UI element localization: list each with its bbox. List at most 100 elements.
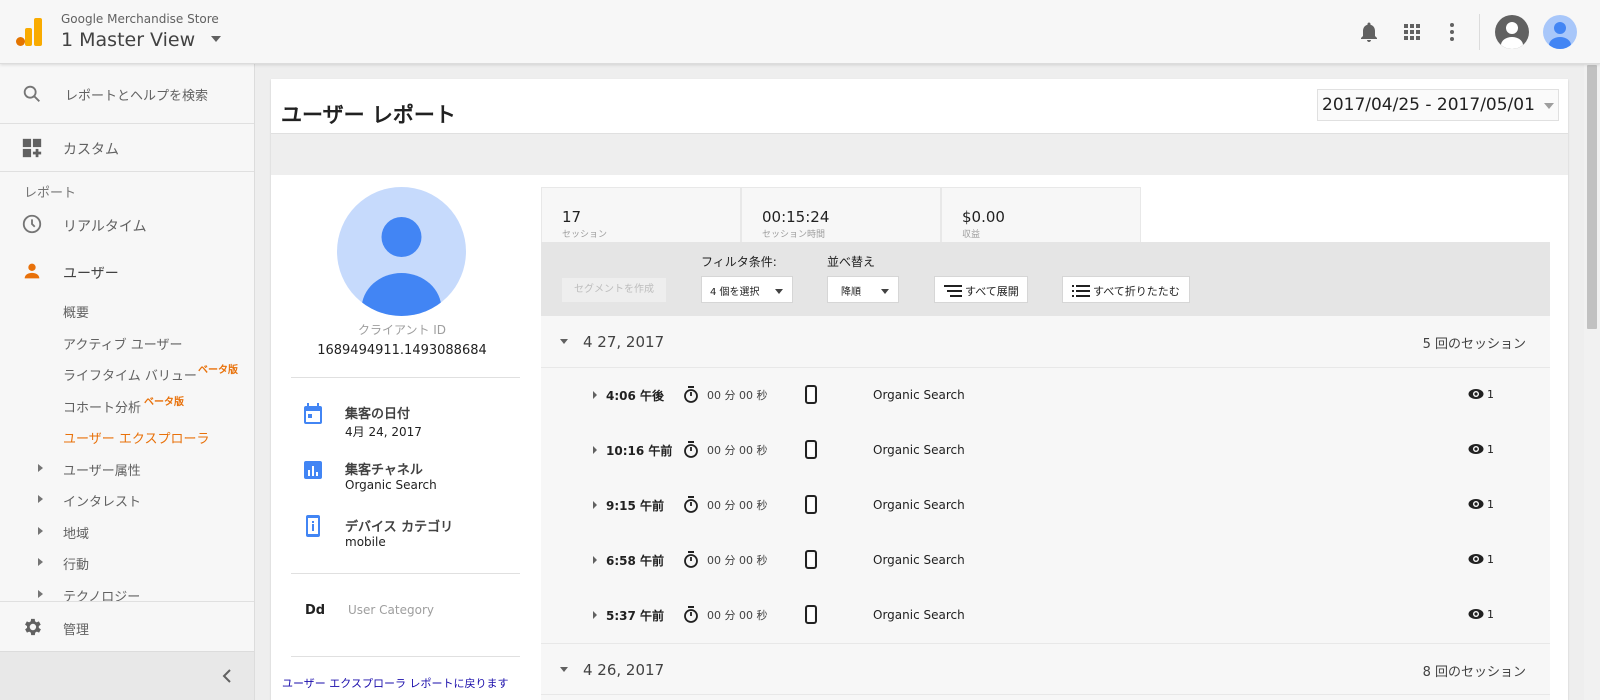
metric-value: 17 <box>562 208 582 226</box>
calendar-icon <box>304 403 322 424</box>
search-icon <box>23 85 40 102</box>
mobile-phone-icon <box>805 385 817 404</box>
eye-icon <box>1468 389 1484 399</box>
nav-sub-user-explorer[interactable]: ユーザー エクスプローラ <box>63 428 209 447</box>
metric-sessions: 17 セッション <box>541 187 741 243</box>
nav-realtime[interactable]: リアルタイム <box>63 216 147 236</box>
day-session-count: 8 回のセッション <box>1422 665 1526 680</box>
timer-icon <box>684 551 698 568</box>
metric-label: 収益 <box>962 230 981 240</box>
page-title: ユーザー レポート <box>281 103 456 127</box>
user-category: User Category <box>348 603 434 617</box>
session-time: 5:37 午前 <box>606 609 665 623</box>
expand-arrow-icon <box>593 611 597 619</box>
sort-label: 並べ替え <box>827 255 876 269</box>
nav-sub-overview[interactable]: 概要 <box>63 302 89 321</box>
create-segment-button[interactable]: セグメントを作成 <box>562 278 666 302</box>
section-label-reports: レポート <box>24 186 77 201</box>
eye-icon <box>1468 499 1484 509</box>
nav-search[interactable]: レポートとヘルプを検索 <box>0 64 254 124</box>
nav-group-geo[interactable]: 地域 <box>63 523 89 542</box>
date-range-picker[interactable]: 2017/04/25 - 2017/05/01 <box>1317 89 1559 121</box>
top-bar: Google Merchandise Store 1 Master View <box>0 0 1600 64</box>
metric-value: 00:15:24 <box>762 208 830 226</box>
filter-select-value: 4 個を選択 <box>710 287 760 298</box>
expand-arrow-icon <box>38 464 43 472</box>
nav-users[interactable]: ユーザー <box>63 263 119 283</box>
bar-chart-icon <box>304 461 322 479</box>
analytics-logo[interactable] <box>16 18 42 46</box>
user-avatar-large <box>337 187 466 316</box>
session-duration: 00 分 00 秒 <box>707 499 768 512</box>
metric-value: $0.00 <box>962 208 1005 226</box>
nav-group-interests[interactable]: インタレスト <box>63 491 141 510</box>
session-row[interactable]: 9:15 午前 00 分 00 秒 Organic Search 1 <box>541 478 1550 533</box>
account-name[interactable]: Google Merchandise Store <box>61 12 219 26</box>
nav-admin[interactable]: 管理 <box>0 601 254 651</box>
page-scrollbar[interactable] <box>1584 64 1600 700</box>
mobile-phone-icon <box>805 495 817 514</box>
timer-icon <box>684 441 698 458</box>
dimension-icon: Dd <box>305 603 326 618</box>
eye-icon <box>1468 444 1484 454</box>
nav-group-behavior[interactable]: 行動 <box>63 554 89 573</box>
session-source: Organic Search <box>873 498 965 512</box>
session-time: 4:06 午後 <box>606 389 665 403</box>
filter-select[interactable]: 4 個を選択 <box>701 276 793 303</box>
day-date: 4 26, 2017 <box>583 661 665 679</box>
person-icon <box>24 263 40 279</box>
scrollbar-thumb[interactable] <box>1587 65 1597 329</box>
timer-icon <box>684 496 698 513</box>
apps-grid-icon[interactable] <box>1400 20 1424 44</box>
filter-bar: セグメントを作成 フィルタ条件: 4 個を選択 並べ替え 降順 すべて展開 すべ… <box>541 242 1550 316</box>
search-input[interactable]: レポートとヘルプを検索 <box>65 85 208 104</box>
chevron-left-icon <box>222 669 231 683</box>
toolbar-band <box>271 133 1568 175</box>
nav-group-demographics[interactable]: ユーザー属性 <box>63 460 141 479</box>
session-pageviews: 1 <box>1487 388 1494 401</box>
mobile-phone-icon <box>805 550 817 569</box>
client-id-label: クライアント ID <box>357 323 447 337</box>
session-time: 10:16 午前 <box>606 444 673 458</box>
user-avatar[interactable] <box>1543 15 1577 49</box>
session-list: 4 27, 2017 5 回のセッション 4:06 午後 00 分 00 秒 O… <box>541 316 1550 700</box>
session-pageviews: 1 <box>1487 553 1494 566</box>
collapse-nav-button[interactable] <box>0 651 254 700</box>
nav-sub-active-users[interactable]: アクティブ ユーザー <box>63 334 182 353</box>
day-date: 4 27, 2017 <box>583 333 665 351</box>
more-vertical-icon[interactable] <box>1440 20 1464 44</box>
client-id-value: 1689494911.1493088684 <box>317 343 487 358</box>
session-row[interactable]: 10:16 午前 00 分 00 秒 Organic Search 1 <box>541 423 1550 478</box>
expand-arrow-icon <box>593 446 597 454</box>
channel-title: 集客チャネル <box>345 463 423 478</box>
day-session-count: 5 回のセッション <box>1422 337 1526 352</box>
back-to-explorer-link[interactable]: ユーザー エクスプローラ レポートに戻ります <box>282 675 508 691</box>
timer-icon <box>684 386 698 403</box>
view-selector[interactable]: 1 Master View <box>61 29 195 51</box>
session-row[interactable]: 4:06 午後 00 分 00 秒 Organic Search 1 <box>541 368 1550 423</box>
session-time: 9:15 午前 <box>606 499 665 513</box>
collapse-all-button[interactable]: すべて折りたたむ <box>1062 276 1190 303</box>
metric-session-duration: 00:15:24 セッション時間 <box>741 187 941 243</box>
session-row[interactable]: 6:58 午前 00 分 00 秒 Organic Search 1 <box>541 533 1550 588</box>
beta-badge: ベータ版 <box>198 365 238 376</box>
account-icon[interactable] <box>1495 15 1529 49</box>
nav-sub-lifetime-value[interactable]: ライフタイム バリュー <box>63 365 197 384</box>
chevron-down-icon[interactable] <box>211 36 221 42</box>
sort-select[interactable]: 降順 <box>827 276 899 303</box>
expand-arrow-icon <box>38 495 43 503</box>
day-row[interactable]: 4 27, 2017 5 回のセッション <box>541 316 1550 368</box>
nav-sub-cohort[interactable]: コホート分析 <box>63 397 141 416</box>
expand-all-label: すべて展開 <box>965 285 1019 298</box>
chevron-down-icon <box>1544 103 1554 109</box>
filter-label: フィルタ条件: <box>701 255 777 269</box>
bell-icon[interactable] <box>1357 20 1381 44</box>
session-source: Organic Search <box>873 608 965 622</box>
expand-list-icon <box>944 285 962 297</box>
expand-all-button[interactable]: すべて展開 <box>934 276 1028 303</box>
sort-select-value: 降順 <box>841 287 861 298</box>
day-row[interactable]: 4 26, 2017 8 回のセッション <box>541 643 1550 695</box>
divider <box>291 573 520 574</box>
session-row[interactable]: 5:37 午前 00 分 00 秒 Organic Search 1 <box>541 588 1550 643</box>
nav-custom[interactable]: カスタム <box>0 124 254 172</box>
